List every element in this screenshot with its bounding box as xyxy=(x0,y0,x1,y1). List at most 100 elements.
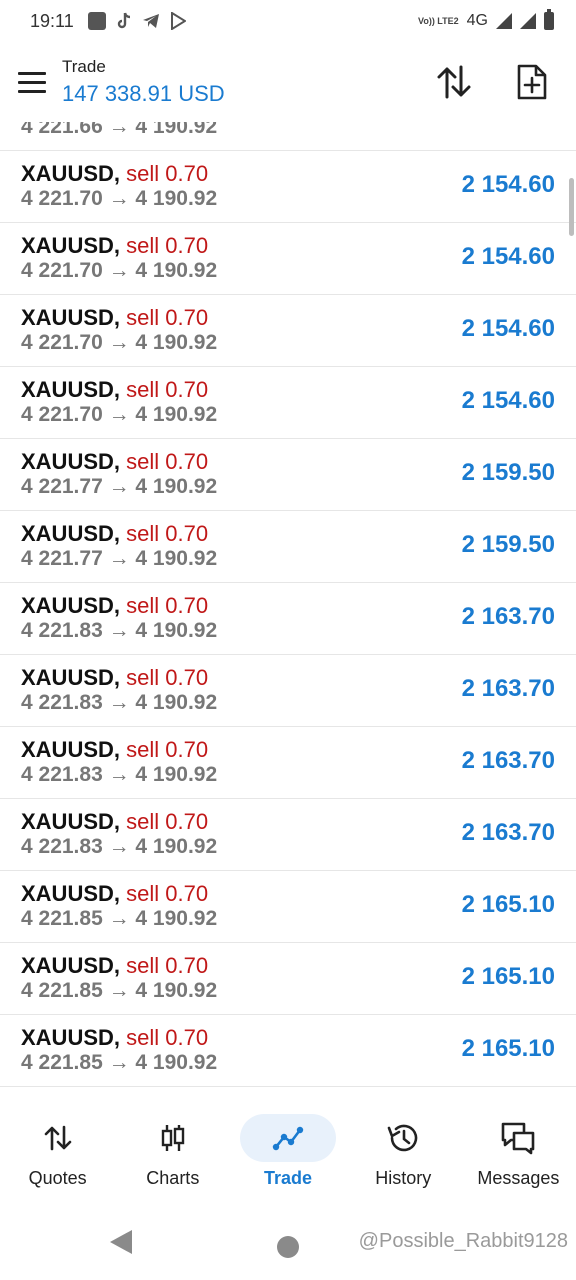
position-title: XAUUSD, sell 0.70 xyxy=(21,1025,208,1051)
account-balance: 147 338.91 USD xyxy=(62,81,225,106)
position-side: sell 0.70 xyxy=(126,233,209,258)
position-title: XAUUSD, sell 0.70 xyxy=(21,953,208,979)
position-row[interactable]: XAUUSD, sell 0.70 4 221.77 → 4 190.92 2 15… xyxy=(0,511,576,583)
position-prices: 4 221.83 → 4 190.92 xyxy=(21,835,218,858)
position-prices: 4 221.85 → 4 190.92 xyxy=(21,907,218,930)
home-circle-icon[interactable] xyxy=(277,1236,299,1258)
hamburger-menu-icon[interactable] xyxy=(2,52,62,112)
position-row[interactable]: XAUUSD, sell 0.70 4 221.70 → 4 190.92 2 15… xyxy=(0,367,576,439)
position-side: sell 0.70 xyxy=(126,737,209,762)
position-title: XAUUSD, sell 0.70 xyxy=(21,881,208,907)
sort-arrows-icon[interactable] xyxy=(432,60,476,104)
app-header: Trade 147 338.91 USD xyxy=(0,42,576,122)
position-row[interactable]: XAUUSD, sell 0.70 4 221.83 → 4 190.92 2 16… xyxy=(0,583,576,655)
nav-item-charts[interactable]: Charts xyxy=(115,1088,230,1206)
back-triangle-icon[interactable] xyxy=(110,1230,132,1254)
position-row[interactable]: XAUUSD, sell 0.70 4 221.70 → 4 190.92 2 15… xyxy=(0,295,576,367)
positions-list-inner: XAUUSD, sell 0.70 4 221.66 → 4 190.92 2 15… xyxy=(0,122,576,1087)
system-navigation: @Possible_Rabbit9128 xyxy=(0,1206,576,1280)
position-symbol: XAUUSD, xyxy=(21,665,121,690)
history-clock-icon xyxy=(355,1114,451,1162)
nav-item-quotes[interactable]: Quotes xyxy=(0,1088,115,1206)
position-profit: 2 154.60 xyxy=(461,171,555,198)
position-prices: 4 221.83 → 4 190.92 xyxy=(21,691,218,714)
position-profit: 2 163.70 xyxy=(461,603,555,630)
position-prices: 4 221.70 → 4 190.92 xyxy=(21,331,218,354)
battery-icon xyxy=(544,9,554,30)
gallery-notification-icon xyxy=(87,12,106,30)
position-prices: 4 221.70 → 4 190.92 xyxy=(21,403,218,426)
header-actions xyxy=(432,60,554,104)
position-side: sell 0.70 xyxy=(126,953,209,978)
scrollbar[interactable] xyxy=(569,178,574,236)
quotes-arrows-icon xyxy=(10,1114,106,1162)
volte-indicator: Vo)) LTE2 xyxy=(417,15,459,26)
position-symbol: XAUUSD, xyxy=(21,881,121,906)
position-symbol: XAUUSD, xyxy=(21,377,121,402)
nav-label: History xyxy=(375,1168,432,1188)
position-profit: 2 159.50 xyxy=(461,459,555,486)
position-row[interactable]: XAUUSD, sell 0.70 4 221.83 → 4 190.92 2 16… xyxy=(0,655,576,727)
position-prices: 4 221.77 → 4 190.92 xyxy=(21,547,218,570)
position-profit: 2 151.80 xyxy=(462,122,555,127)
position-row[interactable]: XAUUSD, sell 0.70 4 221.77 → 4 190.92 2 15… xyxy=(0,439,576,511)
position-row[interactable]: XAUUSD, sell 0.70 4 221.83 → 4 190.92 2 16… xyxy=(0,727,576,799)
position-title: XAUUSD, sell 0.70 xyxy=(21,809,208,835)
status-time: 19:11 xyxy=(30,10,74,31)
position-prices: 4 221.83 → 4 190.92 xyxy=(21,763,218,786)
position-title: XAUUSD, sell 0.70 xyxy=(21,449,208,475)
position-title: XAUUSD, sell 0.70 xyxy=(21,665,208,691)
position-row[interactable]: XAUUSD, sell 0.70 4 221.85 → 4 190.92 2 16… xyxy=(0,943,576,1015)
position-title: XAUUSD, sell 0.70 xyxy=(21,521,208,547)
nav-item-trade[interactable]: Trade xyxy=(230,1088,345,1206)
messages-chat-icon xyxy=(470,1114,566,1162)
position-side: sell 0.70 xyxy=(126,449,209,474)
position-row[interactable]: XAUUSD, sell 0.70 4 221.85 → 4 190.92 2 16… xyxy=(0,1015,576,1087)
watermark: @Possible_Rabbit9128 xyxy=(358,1230,568,1252)
position-profit: 2 154.60 xyxy=(461,243,555,270)
position-profit: 2 163.70 xyxy=(461,747,555,774)
position-symbol: XAUUSD, xyxy=(21,305,121,330)
play-notification-icon xyxy=(170,12,186,30)
nav-label: Quotes xyxy=(28,1168,87,1188)
nav-item-history[interactable]: History xyxy=(346,1088,461,1206)
position-profit: 2 165.10 xyxy=(461,891,555,918)
position-row[interactable]: XAUUSD, sell 0.70 4 221.70 → 4 190.92 2 15… xyxy=(0,223,576,295)
notification-icons xyxy=(87,12,186,30)
position-prices: 4 221.83 → 4 190.92 xyxy=(21,619,218,642)
position-side: sell 0.70 xyxy=(126,161,209,186)
position-prices: 4 221.70 → 4 190.92 xyxy=(21,259,218,282)
position-side: sell 0.70 xyxy=(126,1025,209,1050)
position-side: sell 0.70 xyxy=(126,521,209,546)
nav-label: Trade xyxy=(263,1168,313,1188)
position-profit: 2 165.10 xyxy=(461,1035,555,1062)
position-profit: 2 163.70 xyxy=(461,675,555,702)
position-prices: 4 221.77 → 4 190.92 xyxy=(21,475,218,498)
position-symbol: XAUUSD, xyxy=(21,449,121,474)
positions-list[interactable]: XAUUSD, sell 0.70 4 221.66 → 4 190.92 2 15… xyxy=(0,122,576,1088)
tiktok-notification-icon xyxy=(117,12,130,29)
position-row[interactable]: XAUUSD, sell 0.704 221.66 → 4 190.922 15… xyxy=(0,122,576,151)
position-prices: 4 221.66 → 4 190.92 xyxy=(21,122,218,138)
position-symbol: XAUUSD, xyxy=(21,521,121,546)
position-row[interactable]: XAUUSD, sell 0.70 4 221.85 → 4 190.92 2 16… xyxy=(0,871,576,943)
bottom-navigation: Quotes Charts Trade History Messages xyxy=(0,1088,576,1206)
position-row[interactable]: XAUUSD, sell 0.70 4 221.70 → 4 190.92 2 15… xyxy=(0,151,576,223)
telegram-notification-icon xyxy=(142,14,159,28)
position-prices: 4 221.85 → 4 190.92 xyxy=(21,1051,218,1074)
position-profit: 2 154.60 xyxy=(461,387,555,414)
candlestick-chart-icon xyxy=(125,1114,221,1162)
position-title: XAUUSD, sell 0.70 xyxy=(21,737,208,763)
nav-item-messages[interactable]: Messages xyxy=(461,1088,576,1206)
position-side: sell 0.70 xyxy=(126,665,209,690)
position-title: XAUUSD, sell 0.70 xyxy=(21,161,208,187)
new-order-icon[interactable] xyxy=(510,60,554,104)
position-side: sell 0.70 xyxy=(126,377,209,402)
position-title: XAUUSD, sell 0.70 xyxy=(21,305,208,331)
position-side: sell 0.70 xyxy=(126,881,209,906)
position-profit: 2 154.60 xyxy=(461,315,555,342)
position-symbol: XAUUSD, xyxy=(21,953,121,978)
status-bar: 19:11 Vo)) LTE2 4G xyxy=(0,0,576,42)
position-symbol: XAUUSD, xyxy=(21,809,121,834)
position-row[interactable]: XAUUSD, sell 0.70 4 221.83 → 4 190.92 2 16… xyxy=(0,799,576,871)
